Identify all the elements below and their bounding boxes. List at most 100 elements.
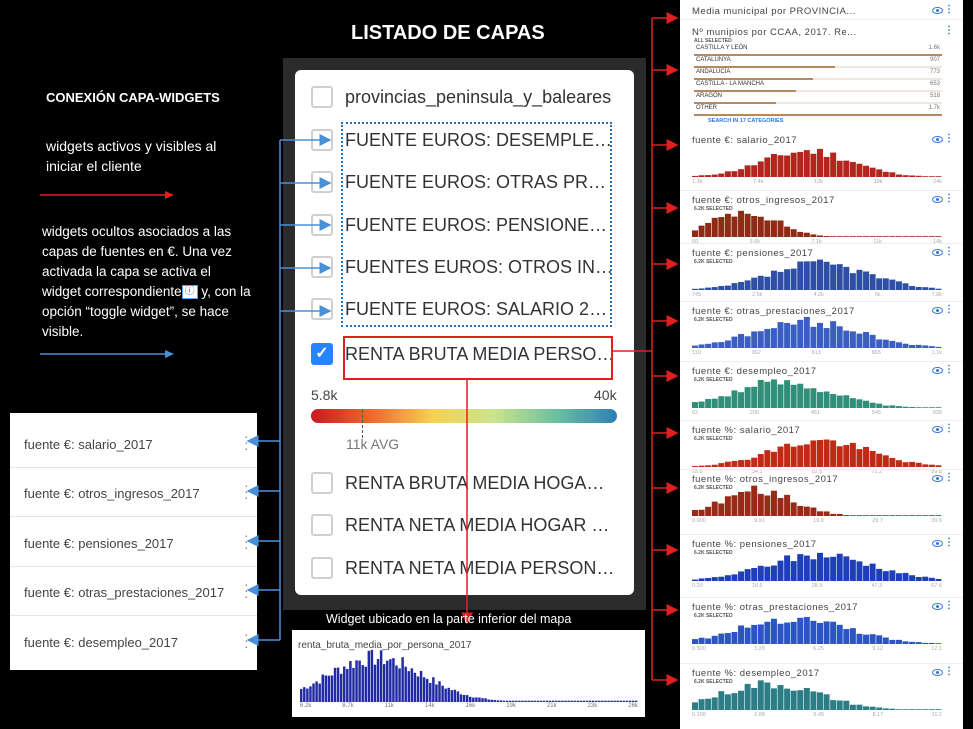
histogram-bar bbox=[915, 709, 922, 710]
histogram-bar bbox=[823, 328, 830, 348]
histogram-bar bbox=[830, 236, 837, 237]
search-categories-link[interactable]: SEARCH IN 17 CATEGORIES bbox=[708, 118, 783, 124]
histogram-bar bbox=[922, 576, 929, 581]
histogram-bar bbox=[757, 454, 764, 467]
eye-icon[interactable] bbox=[932, 426, 943, 433]
histogram-bar bbox=[738, 334, 745, 348]
eye-icon[interactable] bbox=[932, 307, 943, 314]
histogram-bar bbox=[823, 511, 830, 516]
category-row[interactable]: CASTILLA Y LEÓN 1.6k bbox=[694, 45, 942, 56]
histogram-bar bbox=[928, 577, 935, 581]
eye-icon[interactable] bbox=[932, 603, 943, 610]
more-options-icon[interactable]: ⋮ bbox=[944, 193, 954, 204]
histogram-bar bbox=[895, 281, 902, 290]
category-row[interactable]: CASTILLA - LA MANCHA 653 bbox=[694, 81, 942, 92]
tick-label: 67.6 bbox=[931, 583, 942, 589]
histogram bbox=[692, 148, 942, 177]
histogram-bar bbox=[705, 638, 712, 644]
histogram-bar bbox=[300, 688, 303, 702]
histogram-bar bbox=[882, 171, 889, 177]
category-row[interactable]: ARAGÓN 518 bbox=[694, 93, 942, 104]
eye-icon[interactable] bbox=[932, 7, 943, 14]
histogram-bar bbox=[324, 675, 328, 702]
more-options-icon[interactable]: ⋮ bbox=[944, 472, 954, 483]
category-row[interactable]: CATALUNYA 907 bbox=[694, 57, 942, 68]
histogram-bar bbox=[823, 261, 830, 290]
histogram-bar bbox=[856, 236, 863, 237]
histogram-bar bbox=[902, 406, 909, 408]
eye-icon[interactable] bbox=[932, 367, 943, 374]
histogram-bar bbox=[915, 287, 922, 290]
histogram-bar bbox=[823, 236, 830, 237]
histogram-bar bbox=[751, 624, 758, 644]
histogram-bar bbox=[545, 700, 549, 702]
histogram bbox=[692, 259, 942, 290]
more-options-icon[interactable]: ⋮ bbox=[944, 25, 954, 36]
histogram-bar bbox=[751, 485, 758, 516]
histogram-bar bbox=[751, 386, 758, 408]
histogram-bar bbox=[836, 160, 843, 177]
histogram-bar bbox=[863, 634, 870, 644]
histogram-bar bbox=[849, 398, 856, 408]
histogram-bar bbox=[856, 704, 863, 710]
histogram-bar bbox=[472, 697, 475, 702]
histogram-bar bbox=[450, 690, 454, 702]
histogram-ticks: 0.20 18.6 28.9 47.3 67.6 bbox=[692, 583, 942, 589]
eye-icon[interactable] bbox=[932, 669, 943, 676]
eye-icon[interactable] bbox=[932, 540, 943, 547]
histogram-bar bbox=[922, 345, 929, 348]
histogram-bar bbox=[790, 324, 797, 348]
more-options-icon[interactable]: ⋮ bbox=[944, 600, 954, 611]
histogram-bar bbox=[718, 691, 725, 710]
histogram-bar bbox=[379, 650, 383, 702]
histogram-bar bbox=[364, 666, 367, 702]
histogram-bar bbox=[784, 555, 791, 581]
more-options-icon[interactable]: ⋮ bbox=[944, 133, 954, 144]
more-options-icon[interactable]: ⋮ bbox=[944, 4, 954, 15]
histogram-bar bbox=[435, 684, 438, 702]
histogram-bar bbox=[718, 576, 725, 581]
more-options-icon[interactable]: ⋮ bbox=[944, 423, 954, 434]
eye-icon[interactable] bbox=[932, 249, 943, 256]
tick-label: 0.20 bbox=[692, 583, 703, 589]
histogram-bar bbox=[744, 165, 751, 177]
histogram-bar bbox=[797, 554, 804, 581]
histogram-bar bbox=[613, 700, 616, 702]
tick-label: 29.7 bbox=[872, 518, 883, 524]
more-options-icon[interactable]: ⋮ bbox=[944, 364, 954, 375]
histogram-bar bbox=[764, 157, 771, 177]
histogram-bar bbox=[915, 175, 922, 177]
more-options-icon[interactable]: ⋮ bbox=[944, 537, 954, 548]
histogram-bar bbox=[922, 709, 929, 710]
histogram-bar bbox=[502, 700, 506, 702]
histogram-bar bbox=[915, 236, 922, 237]
widget-title: fuente €: desempleo_2017 bbox=[692, 366, 817, 377]
histogram-bar bbox=[909, 345, 916, 348]
histogram-bar bbox=[432, 677, 435, 702]
eye-icon[interactable] bbox=[932, 136, 943, 143]
histogram-bar bbox=[836, 446, 843, 467]
more-options-icon[interactable]: ⋮ bbox=[944, 246, 954, 257]
histogram-bar bbox=[711, 398, 718, 408]
eye-icon[interactable] bbox=[932, 475, 943, 482]
histogram-bar bbox=[902, 283, 909, 290]
histogram-bar bbox=[823, 439, 830, 467]
more-options-icon[interactable]: ⋮ bbox=[944, 666, 954, 677]
tick-label: 12.1 bbox=[931, 646, 942, 652]
histogram-bar bbox=[724, 285, 731, 290]
eye-icon[interactable] bbox=[932, 196, 943, 203]
histogram-bar bbox=[935, 643, 942, 644]
more-options-icon[interactable]: ⋮ bbox=[944, 304, 954, 315]
tick-label: 19k bbox=[506, 703, 516, 709]
category-row[interactable]: OTHER 1.7k bbox=[694, 105, 942, 116]
category-row[interactable]: ANDALUCÍA 773 bbox=[694, 69, 942, 80]
histogram-bar bbox=[803, 316, 810, 348]
histogram-bar bbox=[698, 344, 705, 348]
histogram-ticks: 60 3.6k 7.1k 11k 14k bbox=[692, 239, 942, 245]
histogram-bar bbox=[524, 700, 527, 702]
histogram-bar bbox=[441, 685, 444, 702]
histogram-bar bbox=[724, 461, 731, 467]
histogram-bar bbox=[849, 628, 856, 644]
histogram-bar bbox=[570, 700, 573, 702]
histogram-bar bbox=[711, 635, 718, 644]
